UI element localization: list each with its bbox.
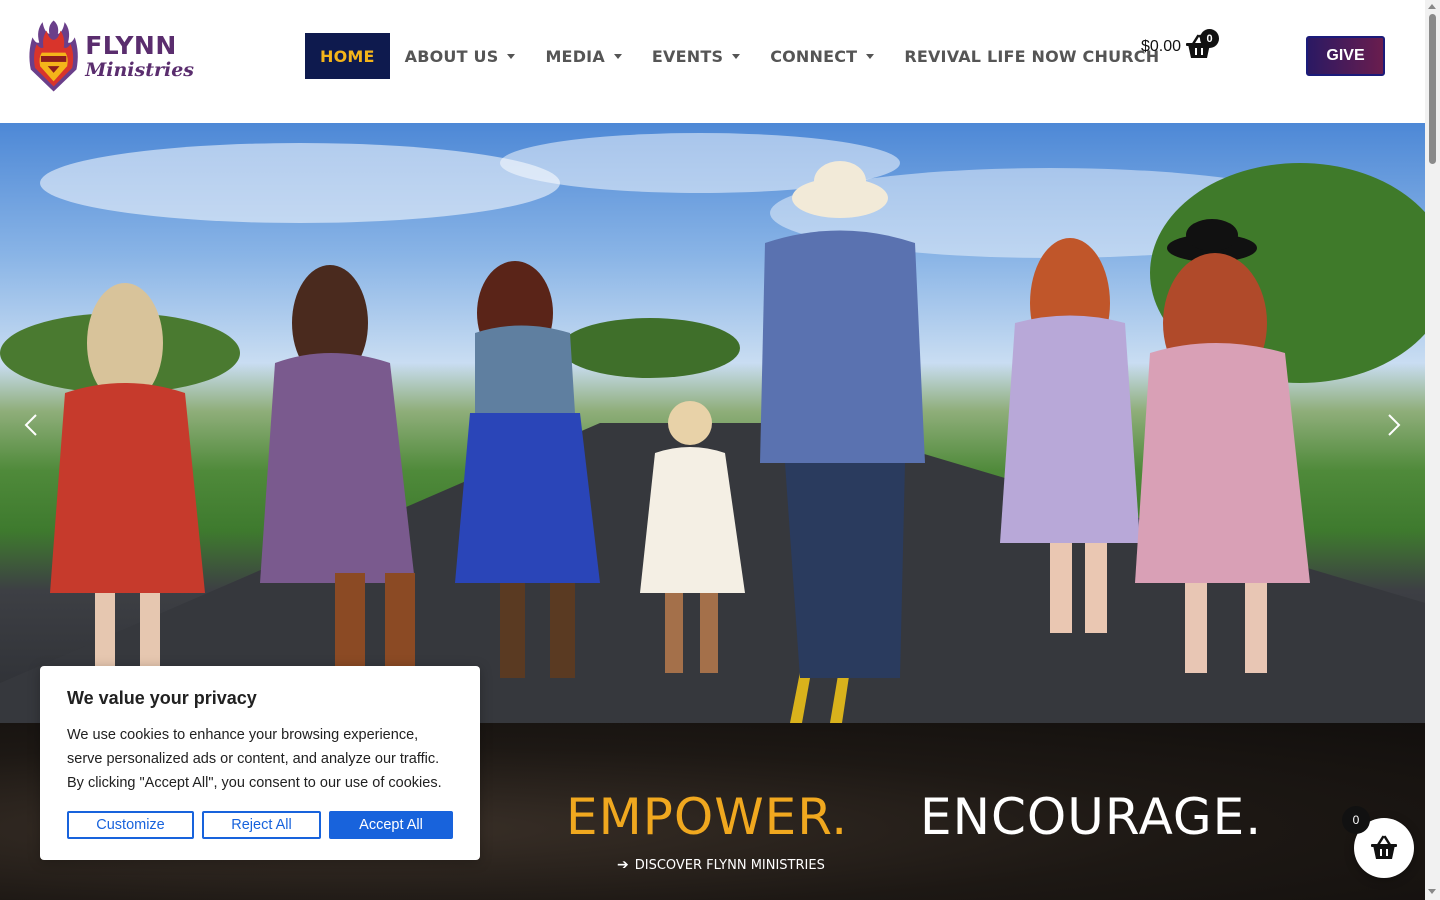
main-nav: HOME ABOUT US MEDIA EVENTS CONNECT REVIV…: [305, 33, 1174, 79]
logo-wordmark: FLYNN Ministries: [85, 33, 194, 80]
discover-link-label: DISCOVER FLYNN MINISTRIES: [634, 857, 825, 873]
caret-down-icon: [507, 53, 516, 59]
cookie-text: We use cookies to enhance your browsing …: [67, 727, 442, 791]
tagline-encourage: ENCOURAGE.: [920, 788, 1263, 846]
slider-next-button[interactable]: [1381, 413, 1405, 437]
logo-name-line2: Ministries: [85, 58, 194, 81]
nav-item-home[interactable]: HOME: [305, 33, 390, 79]
scrollbar-thumb[interactable]: [1429, 14, 1436, 164]
caret-down-icon: [613, 53, 622, 59]
caret-down-icon: [732, 53, 741, 59]
slider-prev-button[interactable]: [20, 413, 44, 437]
nav-item-label: CONNECT: [770, 46, 858, 66]
logo-name-line1: FLYNN: [85, 30, 177, 60]
cookie-accept-all-button[interactable]: Accept All: [329, 811, 453, 839]
hero-family-photo: [0, 133, 1425, 723]
flame-shield-logo-icon: [29, 20, 78, 92]
cart-amount: $0.00: [1141, 38, 1182, 55]
nav-item-media[interactable]: MEDIA: [530, 33, 636, 79]
nav-item-label: ABOUT US: [404, 46, 499, 66]
site-logo[interactable]: FLYNN Ministries: [24, 12, 194, 100]
cookie-reject-all-button[interactable]: Reject All: [202, 811, 321, 839]
cookie-customize-button[interactable]: Customize: [67, 811, 194, 839]
scroll-up-arrow-icon[interactable]: [1428, 4, 1436, 9]
nav-item-label: MEDIA: [545, 46, 605, 66]
arrow-right-icon: ➔: [617, 857, 629, 873]
page-scrollbar[interactable]: [1425, 0, 1440, 900]
give-button[interactable]: GIVE: [1306, 36, 1385, 76]
nav-item-label: EVENTS: [651, 46, 724, 66]
nav-item-about-us[interactable]: ABOUT US: [390, 33, 531, 79]
basket-icon: [1371, 835, 1397, 859]
nav-item-events[interactable]: EVENTS: [637, 33, 755, 79]
hero-slider: [0, 123, 1425, 723]
nav-item-label: REVIVAL LIFE NOW CHURCH: [904, 46, 1160, 66]
cookie-consent-dialog: We value your privacy We use cookies to …: [40, 666, 480, 860]
cookie-title: We value your privacy: [67, 688, 257, 708]
nav-item-revival-life-now-church[interactable]: REVIVAL LIFE NOW CHURCH: [889, 33, 1174, 79]
chevron-left-icon: [24, 414, 37, 436]
tagline-empower: EMPOWER.: [566, 788, 849, 846]
nav-item-label: HOME: [320, 46, 375, 66]
site-header: FLYNN Ministries HOME ABOUT US MEDIA EVE…: [0, 0, 1425, 123]
floating-cart-count-badge: 0: [1342, 806, 1370, 834]
scroll-down-arrow-icon[interactable]: [1428, 889, 1436, 894]
nav-item-connect[interactable]: CONNECT: [755, 33, 889, 79]
chevron-right-icon: [1388, 414, 1401, 436]
cart-count-badge: 0: [1200, 29, 1219, 48]
cookie-button-row: Customize Reject All Accept All: [67, 811, 453, 839]
discover-link[interactable]: ➔ DISCOVER FLYNN MINISTRIES: [617, 857, 825, 873]
caret-down-icon: [866, 53, 875, 59]
